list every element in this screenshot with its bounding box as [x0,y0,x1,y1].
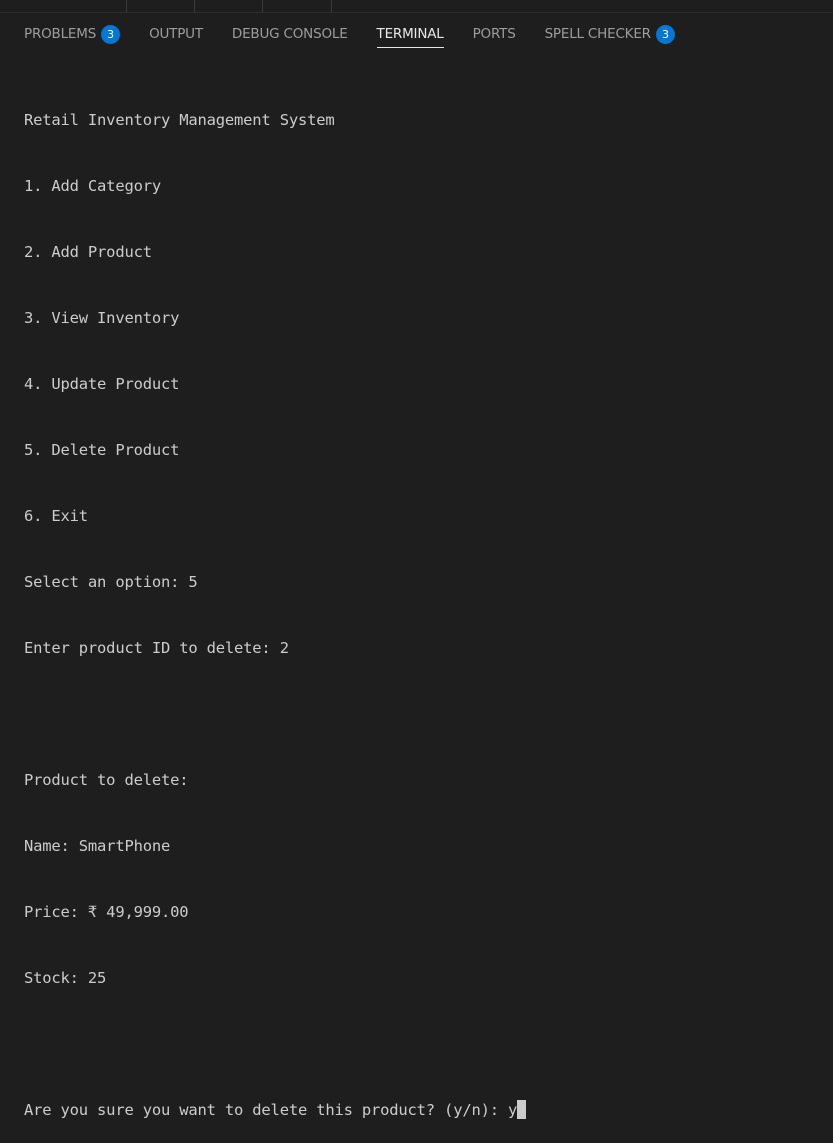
tab-output[interactable]: OUTPUT [149,13,203,55]
terminal-line: Product to delete: [24,771,189,789]
divider [126,0,127,12]
spell-checker-count-badge: 3 [655,24,675,44]
terminal-line: 3. View Inventory [24,309,180,327]
problems-count-badge: 3 [101,24,121,44]
tab-label: OUTPUT [149,26,203,42]
tab-ports[interactable]: PORTS [473,13,516,55]
tab-label: DEBUG CONSOLE [231,26,348,42]
terminal-line: 4. Update Product [24,375,180,393]
editor-top-strip [0,0,833,13]
tab-debug-console[interactable]: DEBUG CONSOLE [232,13,348,55]
terminal-prompt-line[interactable]: Are you sure you want to delete this pro… [24,1099,814,1121]
tab-label: SPELL CHECKER [544,26,651,42]
terminal-line: 2. Add Product [24,243,152,261]
terminal-line: Name: SmartPhone [24,837,171,855]
tab-label: PORTS [472,26,516,42]
terminal-cursor [517,1100,527,1119]
divider [331,0,332,12]
terminal-line: Retail Inventory Management System [24,111,335,129]
terminal-output[interactable]: Retail Inventory Management System 1. Ad… [24,65,814,1143]
terminal-line: Price: ₹ 49,999.00 [24,903,189,921]
tab-problems[interactable]: PROBLEMS 3 [24,13,121,55]
terminal-line: 5. Delete Product [24,441,180,459]
terminal-line: Stock: 25 [24,969,107,987]
terminal-line: Enter product ID to delete: 2 [24,639,289,657]
tab-label: TERMINAL [376,26,444,42]
terminal-prompt-text: Are you sure you want to delete this pro… [24,1101,518,1119]
terminal-line: 1. Add Category [24,177,161,195]
divider [262,0,263,12]
terminal-line: Select an option: 5 [24,573,198,591]
tab-label: PROBLEMS [24,26,97,42]
panel-tab-bar: PROBLEMS 3 OUTPUT DEBUG CONSOLE TERMINAL… [0,13,833,55]
terminal-line: 6. Exit [24,507,88,525]
divider [194,0,195,12]
tab-spell-checker[interactable]: SPELL CHECKER 3 [545,13,675,55]
tab-terminal[interactable]: TERMINAL [376,13,444,55]
